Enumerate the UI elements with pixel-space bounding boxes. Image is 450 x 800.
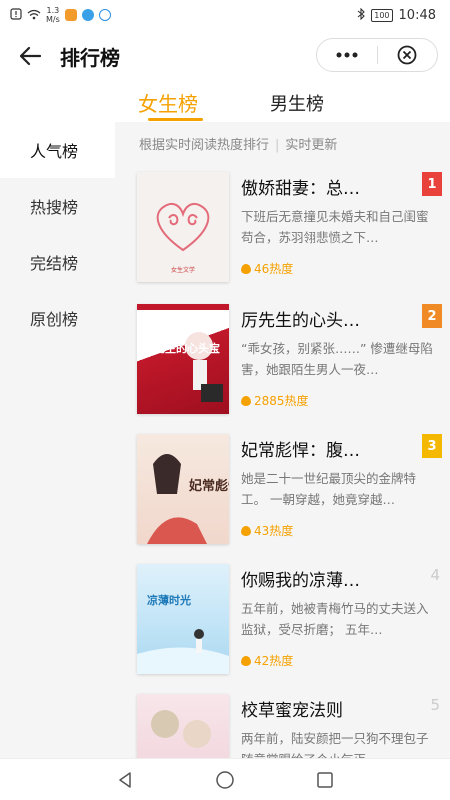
book-cover: 校草: [137, 694, 229, 758]
flame-icon: [241, 395, 251, 406]
wifi-icon: [27, 9, 41, 22]
status-bar: 1.3 M/s 100 10:48: [0, 0, 450, 30]
book-title: 你赐我的凉薄…: [241, 571, 360, 591]
book-cover: 女生文学: [137, 172, 229, 282]
list-item[interactable]: 校草 校草蜜宠法则 两年前，陆安颜把一只狗不理包子随意掌赐给了个小乞丐… 5: [137, 694, 442, 758]
rank-badge: 2: [422, 304, 442, 328]
book-cover: 凉薄时光: [137, 564, 229, 674]
rank-number: 5: [430, 696, 440, 714]
book-cover: 厉先生的心头宝: [137, 304, 229, 414]
cover-publisher-text: 女生文学: [171, 266, 195, 274]
cover-title-text: 妃常彪悍: [189, 478, 229, 494]
book-title: 厉先生的心头…: [241, 311, 360, 331]
back-arrow-icon: [19, 46, 42, 66]
book-cover: 妃常彪悍: [137, 434, 229, 544]
sidebar-item-original[interactable]: 原创榜: [0, 290, 115, 346]
circle-close-icon: [397, 45, 417, 65]
book-desc: “乖女孩，别紧张……” 惨遭继母陷害，她跟陌生男人一夜…: [241, 341, 433, 377]
book-desc: 下班后无意撞见未婚夫和自己闺蜜苟合，苏羽翎悲愤之下…: [241, 209, 429, 245]
flame-icon: [241, 263, 251, 274]
book-title: 校草蜜宠法则: [241, 701, 343, 721]
book-title: 傲娇甜妻：总…: [241, 179, 360, 199]
page-title: 排行榜: [60, 45, 120, 70]
rank-number: 4: [430, 566, 440, 584]
app-notification-icon: [64, 9, 77, 21]
list-item[interactable]: 厉先生的心头宝 厉先生的心头… “乖女孩，别紧张……” 惨遭继母陷害，她跟陌生男…: [137, 304, 442, 414]
book-heat: 43热度: [241, 522, 293, 539]
list-header: 根据实时阅读热度排行 | 实时更新: [139, 138, 338, 153]
book-list: 根据实时阅读热度排行 | 实时更新 女生文学 傲娇甜妻：总… 下班后无意撞见未婚夫和…: [115, 122, 450, 758]
more-dots-icon: [336, 52, 358, 58]
sidebar-item-completed[interactable]: 完结榜: [0, 234, 115, 290]
network-speed: 1.3 M/s: [46, 6, 60, 24]
header: 排行榜: [0, 30, 450, 82]
book-heat: 2885热度: [241, 392, 309, 409]
cover-title-text: 厉先生的心头宝: [143, 341, 220, 355]
flame-icon: [241, 525, 251, 536]
back-button[interactable]: [0, 30, 60, 82]
list-item[interactable]: 妃常彪悍 妃常彪悍：腹… 她是二十一世纪最顶尖的金牌特工。 一朝穿越，她竟穿越……: [137, 434, 442, 544]
circle-home-icon: [216, 770, 234, 789]
book-title: 妃常彪悍：腹…: [241, 441, 360, 461]
sidebar-item-hot-search[interactable]: 热搜榜: [0, 178, 115, 234]
notification-icon: [10, 8, 22, 22]
tab-male[interactable]: 男生榜: [270, 90, 324, 116]
ranking-sidebar: 人气榜 热搜榜 完结榜 原创榜: [0, 122, 115, 346]
list-item[interactable]: 女生文学 傲娇甜妻：总… 下班后无意撞见未婚夫和自己闺蜜苟合，苏羽翎悲愤之下… …: [137, 172, 442, 282]
nav-home-button[interactable]: [210, 765, 240, 795]
mini-program-capsule: [316, 38, 438, 72]
nav-recents-button[interactable]: [310, 765, 340, 795]
close-button[interactable]: [378, 39, 438, 71]
system-navigation-bar: [0, 758, 450, 800]
tab-active-indicator: [148, 118, 203, 121]
square-recents-icon: [317, 771, 333, 788]
list-item[interactable]: 凉薄时光 你赐我的凉薄… 五年前，她被青梅竹马的丈夫送入监狱，受尽折磨； 五年……: [137, 564, 442, 674]
list-header-divider: |: [275, 138, 280, 153]
browser-notification-icon: [81, 9, 94, 21]
sidebar-item-popular[interactable]: 人气榜: [0, 122, 115, 178]
clock: 10:48: [398, 7, 436, 23]
cover-title-text: 凉薄时光: [147, 593, 191, 607]
ie-notification-icon: [98, 9, 111, 21]
tab-female[interactable]: 女生榜: [138, 88, 198, 117]
rank-badge: 3: [422, 434, 442, 458]
book-desc: 两年前，陆安颜把一只狗不理包子随意掌赐给了个小乞丐…: [241, 731, 429, 758]
book-heat: 42热度: [241, 652, 293, 669]
rank-badge: 1: [422, 172, 442, 196]
book-desc: 五年前，她被青梅竹马的丈夫送入监狱，受尽折磨； 五年…: [241, 601, 429, 637]
flame-icon: [241, 655, 251, 666]
bluetooth-icon: [357, 7, 366, 22]
more-button[interactable]: [317, 39, 377, 71]
gender-tabs: 女生榜 男生榜: [0, 82, 450, 122]
triangle-back-icon: [119, 771, 131, 788]
battery-indicator: 100: [371, 8, 393, 22]
book-heat: 46热度: [241, 260, 293, 277]
book-desc: 她是二十一世纪最顶尖的金牌特工。 一朝穿越，她竟穿越…: [241, 471, 417, 507]
nav-back-button[interactable]: [110, 765, 140, 795]
